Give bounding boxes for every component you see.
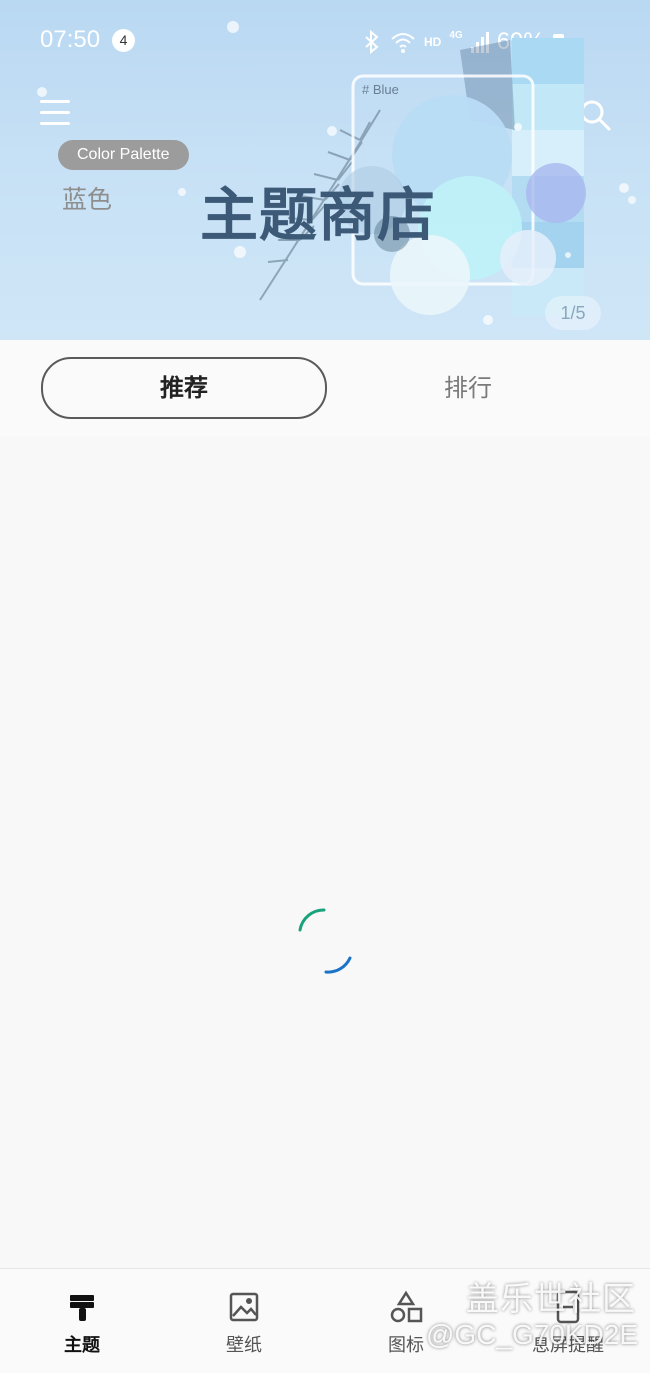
tab-bar: 推荐 排行 <box>0 340 650 436</box>
loading-spinner-icon <box>298 908 352 974</box>
content-area <box>0 436 650 1268</box>
image-icon <box>229 1292 259 1322</box>
page-title: 主题商店 <box>200 181 437 249</box>
nav-item-themes[interactable]: 主题 <box>22 1269 142 1373</box>
watermark-user: @GC_G70KD2E <box>426 1319 639 1350</box>
nav-label-themes: 主题 <box>64 1335 100 1356</box>
tab-recommended[interactable]: 推荐 <box>41 357 327 419</box>
brush-icon <box>70 1295 94 1321</box>
shapes-icon <box>390 1290 423 1323</box>
theme-banner[interactable]: # Blue 07:50 4 HD 4G Color Palette 蓝色 主题… <box>0 0 650 340</box>
nav-label-wallpapers: 壁纸 <box>226 1335 262 1356</box>
tab-ranking[interactable]: 排行 <box>368 359 568 417</box>
watermark-community: 盖乐世社区 <box>466 1279 636 1318</box>
swatch-label: # Blue <box>362 82 399 97</box>
nav-item-wallpapers[interactable]: 壁纸 <box>184 1269 304 1373</box>
banner-page-indicator: 1/5 <box>545 296 601 330</box>
